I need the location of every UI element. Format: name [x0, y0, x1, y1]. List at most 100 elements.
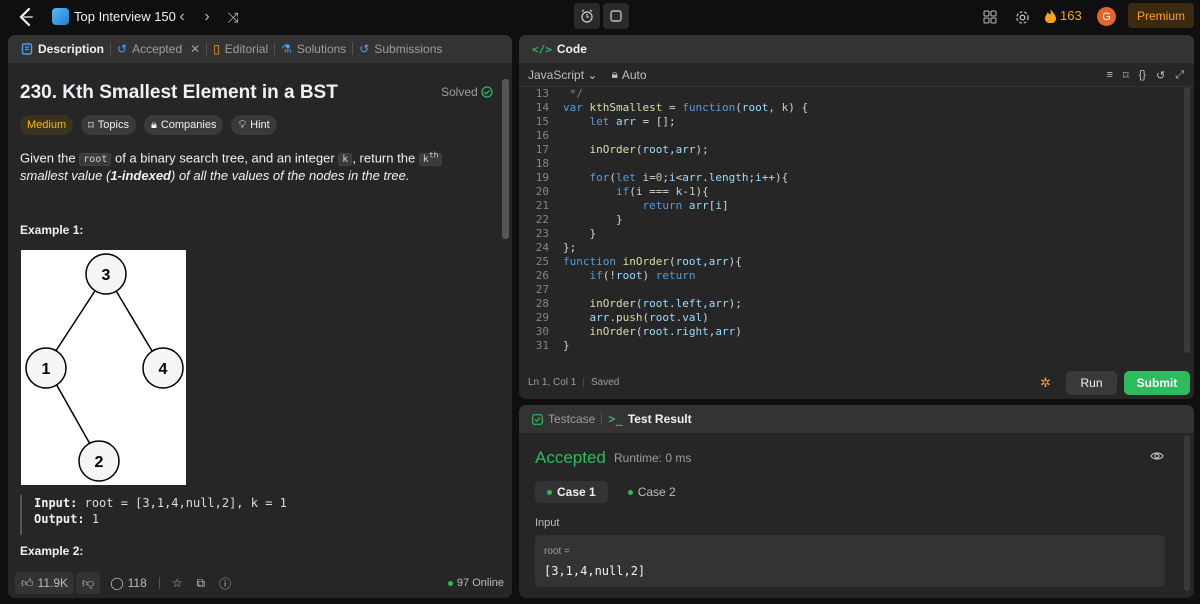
line-number: 20 [535, 185, 549, 198]
tab-label: Solutions [296, 42, 347, 56]
solved-label: Solved [441, 85, 478, 99]
apps-grid-icon[interactable] [981, 8, 999, 26]
desc-text: Given the [20, 150, 80, 166]
code-editor[interactable]: 13 */ 14 var kthSmallest = function(root,… [519, 87, 1194, 355]
result-panel: Testcase >_ Test Result Accepted Runtime… [519, 405, 1194, 598]
code-line: 18 [519, 157, 1194, 171]
timer-button[interactable] [574, 3, 600, 29]
leetcode-logo-icon[interactable] [16, 7, 36, 27]
eye-icon[interactable] [1150, 450, 1164, 462]
tab-solutions[interactable]: ⚗ Solutions [275, 35, 352, 63]
kth-sup: th [428, 151, 439, 160]
comments-button[interactable]: ◯ 118 [110, 576, 147, 590]
line-number: 16 [535, 129, 549, 142]
code-text: let arr = []; [589, 115, 676, 128]
expand-icon[interactable]: ⤢ [1175, 69, 1184, 82]
streak-count: 163 [1060, 8, 1082, 23]
code-line: 16 [519, 129, 1194, 143]
description-tabbar: Description ↺ Accepted ✕ ▯ Editorial ⚗ S… [8, 35, 512, 63]
language-label: JavaScript [528, 67, 585, 82]
like-count: 11.9K [37, 576, 69, 590]
line-number: 29 [535, 311, 549, 324]
case-2-tab[interactable]: Case 2 [616, 481, 688, 503]
notes-button[interactable] [603, 3, 629, 29]
tab-label: Test Result [627, 412, 692, 426]
line-number: 23 [535, 227, 549, 240]
run-button[interactable]: Run [1066, 371, 1117, 395]
comment-count: 118 [127, 576, 147, 590]
description-footer: 👍︎ 11.9K 👎︎ ◯ 118 ☆ ⧉ ⓘ 97 Online [8, 568, 512, 598]
streak-counter[interactable]: 163 [1045, 8, 1082, 23]
code-tabbar: </> Code [519, 35, 1194, 63]
braces-icon[interactable]: {} [1139, 69, 1146, 82]
case-1-tab[interactable]: Case 1 [535, 481, 608, 503]
code-text: }; [563, 241, 577, 254]
hint-chip[interactable]: 💡︎ Hint [231, 115, 277, 135]
output-value: 1 [91, 512, 100, 526]
tab-label: Description [38, 42, 105, 56]
topics-chip[interactable]: ⌑ Topics [81, 115, 136, 135]
input-var-name: root = [544, 546, 570, 557]
tab-editorial[interactable]: ▯ Editorial [207, 35, 274, 63]
settings-gear-icon[interactable] [1013, 8, 1031, 26]
companies-chip[interactable]: 🔒︎ Companies [143, 115, 224, 135]
debugger-icon[interactable]: ✲ [1040, 375, 1056, 391]
close-icon[interactable]: ✕ [190, 42, 200, 56]
tab-description[interactable]: Description [15, 35, 110, 63]
format-icon[interactable]: ≡ [1107, 69, 1113, 82]
flame-icon [1045, 8, 1056, 23]
tab-testcase[interactable]: Testcase [526, 405, 601, 433]
input-box: root = [3,1,4,null,2] [535, 535, 1165, 587]
problem-list-icon[interactable] [52, 8, 69, 25]
tab-code[interactable]: </> Code [526, 35, 593, 63]
like-button[interactable]: 👍︎ 11.9K [15, 572, 75, 594]
verdict-label: Accepted [535, 448, 606, 467]
doc-icon [21, 43, 33, 55]
bookmark-icon[interactable]: ⌑ [1123, 69, 1129, 82]
problem-description: Given the root of a binary search tree, … [20, 148, 490, 184]
history-icon: ↺ [117, 42, 128, 56]
result-scrollbar[interactable] [1184, 435, 1190, 591]
chevron-left-icon[interactable]: ‹ [173, 8, 191, 26]
code-line: 31} [519, 339, 1194, 353]
solved-status: Solved [441, 85, 493, 99]
line-number: 15 [535, 115, 549, 128]
tab-accepted[interactable]: ↺ Accepted ✕ [111, 35, 206, 63]
online-label: 97 Online [456, 577, 504, 589]
submit-button[interactable]: Submit [1124, 371, 1190, 395]
description-scrollbar[interactable] [502, 79, 509, 239]
lock-icon: 🔒︎ [150, 118, 157, 131]
chevron-right-icon[interactable]: › [198, 8, 216, 26]
shuffle-icon[interactable]: ⤨ [224, 8, 242, 26]
online-dot [447, 580, 453, 586]
tag-chips: Medium ⌑ Topics 🔒︎ Companies 💡︎ Hint [20, 115, 277, 135]
premium-button[interactable]: Premium [1128, 3, 1194, 28]
tree-node-label: 1 [42, 361, 51, 378]
line-number: 13 [535, 87, 549, 100]
star-icon[interactable]: ☆ [172, 576, 183, 590]
auto-mode[interactable]: 🔒︎ Auto [611, 67, 646, 82]
tab-label: Testcase [548, 412, 596, 426]
code-line: 27 [519, 283, 1194, 297]
code-line: 22 } [519, 213, 1194, 227]
problem-list-title[interactable]: Top Interview 150 [74, 9, 176, 24]
share-icon[interactable]: ⧉ [197, 576, 206, 591]
help-icon[interactable]: ⓘ [219, 575, 231, 592]
result-tabbar: Testcase >_ Test Result [519, 405, 1194, 433]
tab-label: Accepted [132, 42, 183, 56]
thumbs-up-icon: 👍︎ [21, 575, 34, 590]
tree-node: 1 [25, 347, 67, 389]
tab-submissions[interactable]: ↺ Submissions [353, 35, 448, 63]
reset-icon[interactable]: ↺ [1156, 69, 1165, 82]
tab-test-result[interactable]: >_ Test Result [602, 405, 697, 433]
editor-scrollbar[interactable] [1184, 87, 1190, 353]
tag-icon: ⌑ [88, 119, 94, 132]
online-count: 97 Online [447, 577, 504, 589]
dislike-button[interactable]: 👎︎ [76, 572, 101, 594]
user-avatar[interactable]: G [1097, 7, 1116, 26]
inline-code: kth [418, 151, 443, 167]
editor-toolbar: JavaScript ⌄ 🔒︎ Auto [519, 63, 1194, 87]
code-line: 14 var kthSmallest = function(root, k) { [519, 101, 1194, 115]
language-select[interactable]: JavaScript ⌄ [528, 68, 597, 82]
code-line: 19 for(let i=0;i<arr.length;i++){ [519, 171, 1194, 185]
